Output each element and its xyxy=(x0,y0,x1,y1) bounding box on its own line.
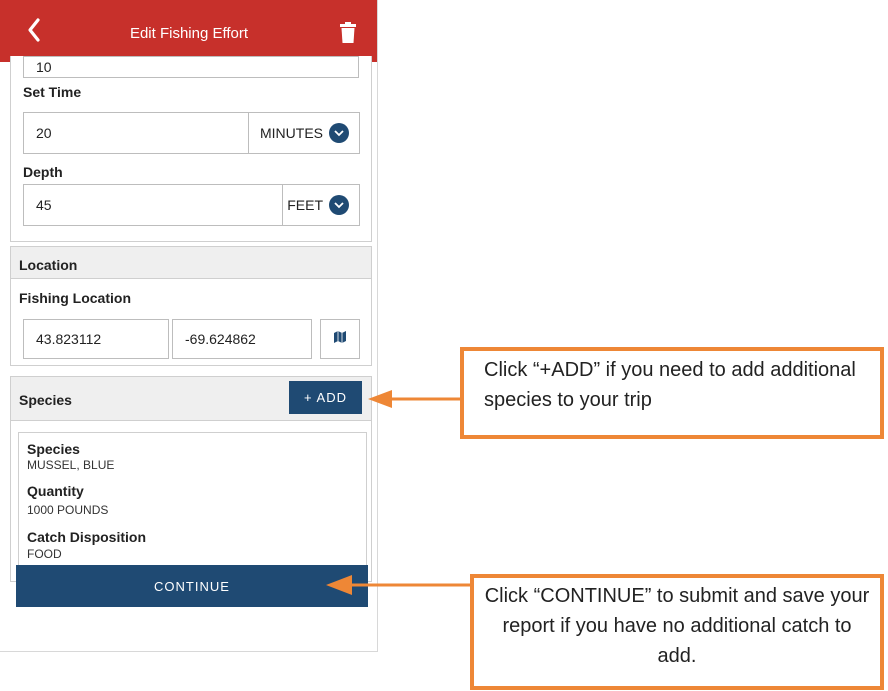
arrow-icon xyxy=(326,575,470,595)
chevron-down-icon xyxy=(329,123,349,143)
latitude-input[interactable]: 43.823112 xyxy=(23,319,169,359)
map-button[interactable] xyxy=(320,319,360,359)
add-callout-text: Click “+ADD” if you need to add addition… xyxy=(484,359,856,411)
longitude-input[interactable]: -69.624862 xyxy=(172,319,312,359)
set-time-label: Set Time xyxy=(23,84,82,100)
add-species-button[interactable]: + ADD xyxy=(289,381,362,414)
page-title: Edit Fishing Effort xyxy=(129,25,249,42)
species-label: Species xyxy=(27,441,80,457)
species-card[interactable]: Species MUSSEL, BLUE Quantity 1000 POUND… xyxy=(18,432,367,573)
disposition-label: Catch Disposition xyxy=(27,529,147,545)
previous-field-value: 10 xyxy=(36,59,52,75)
add-callout: Click “+ADD” if you need to add addition… xyxy=(460,347,884,439)
depth-label: Depth xyxy=(23,164,63,180)
latitude-value: 43.823112 xyxy=(36,331,102,347)
species-heading-text: Species xyxy=(19,392,72,408)
fishing-location-label: Fishing Location xyxy=(19,290,131,306)
location-section: Location Fishing Location 43.823112 -69.… xyxy=(10,246,372,366)
previous-field-input[interactable]: 10 xyxy=(23,56,359,78)
continue-button[interactable]: CONTINUE xyxy=(16,565,368,607)
depth-unit-select[interactable]: FEET xyxy=(282,184,360,226)
disposition-value: FOOD xyxy=(27,547,62,561)
app-header: Edit Fishing Effort xyxy=(0,0,377,62)
mobile-screen: Edit Fishing Effort 10 Set Time 20 MINUT… xyxy=(0,0,378,652)
set-time-input[interactable]: 20 xyxy=(23,112,249,154)
trash-icon[interactable] xyxy=(340,22,356,44)
chevron-down-icon xyxy=(329,195,349,215)
continue-callout: Click “CONTINUE” to submit and save your… xyxy=(470,574,884,690)
map-icon xyxy=(334,330,346,348)
arrow-icon xyxy=(368,390,460,408)
set-time-unit-select[interactable]: MINUTES xyxy=(248,112,360,154)
depth-input[interactable]: 45 xyxy=(23,184,283,226)
quantity-value: 1000 POUNDS xyxy=(27,503,109,517)
depth-value: 45 xyxy=(36,197,52,213)
depth-unit-label: FEET xyxy=(287,197,323,213)
set-time-unit-label: MINUTES xyxy=(260,125,323,141)
quantity-label: Quantity xyxy=(27,483,84,499)
species-value: MUSSEL, BLUE xyxy=(27,458,115,472)
set-time-value: 20 xyxy=(36,125,52,141)
longitude-value: -69.624862 xyxy=(185,331,256,347)
effort-details-section: 10 Set Time 20 MINUTES Depth 45 FEET xyxy=(10,56,372,242)
location-heading-text: Location xyxy=(19,257,78,273)
location-heading: Location xyxy=(11,247,371,279)
continue-callout-text: Click “CONTINUE” to submit and save your… xyxy=(484,585,870,667)
